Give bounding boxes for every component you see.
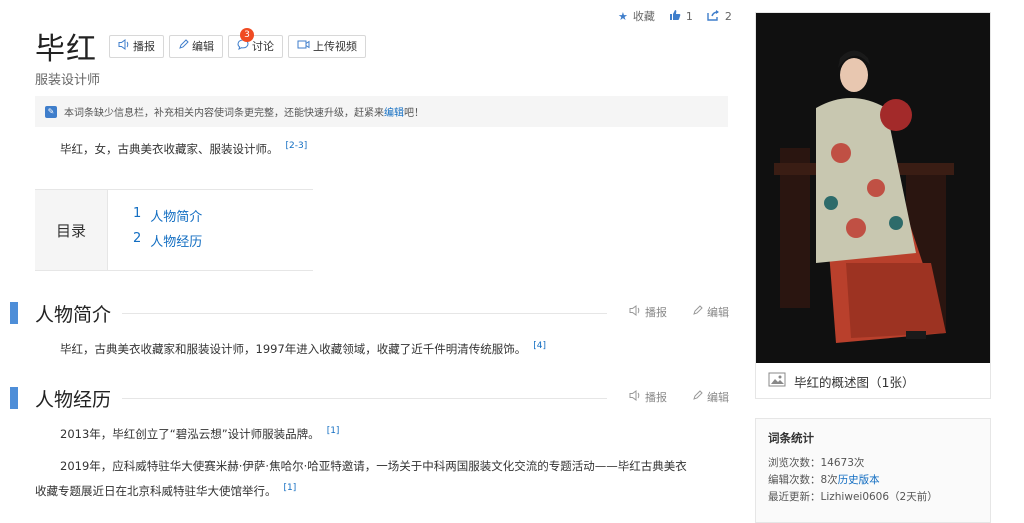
- edit-notice-icon: ✎: [45, 105, 57, 118]
- toc-item-intro[interactable]: 1 人物简介: [133, 206, 202, 231]
- updated-time: （2天前）: [889, 491, 938, 503]
- views-label: 浏览次数：: [768, 457, 821, 469]
- section-play-button[interactable]: 播报: [629, 304, 667, 320]
- title-row: 毕红 播报 编辑 讨论 3 上传视频: [35, 24, 366, 68]
- page-subtitle: 服装设计师: [35, 73, 101, 88]
- updated-user[interactable]: Lizhiwei0606: [821, 491, 890, 503]
- experience-paragraph-2: 2019年，应科威特驻华大使赛米赫·伊萨·焦哈尔·哈亚特邀请，一场关于中科两国服…: [35, 455, 735, 502]
- section-edit-label: 编辑: [707, 391, 729, 404]
- section-accent-bar: [10, 387, 18, 409]
- stats-views-row: 浏览次数：14673次: [768, 455, 978, 472]
- top-actions: ★ 收藏 1 2: [618, 8, 732, 24]
- toc-item-number: 2: [133, 231, 142, 246]
- section-play-label: 播报: [645, 306, 667, 319]
- tool-buttons: 播报 编辑 讨论 3 上传视频: [109, 27, 366, 58]
- collect-button[interactable]: ★ 收藏: [618, 8, 655, 24]
- intro-text: 毕红，古典美衣收藏家和服装设计师，1997年进入收藏领域，收藏了近千件明清传统服…: [60, 341, 527, 356]
- discuss-badge: 3: [240, 27, 254, 42]
- edits-label: 编辑次数：: [768, 474, 821, 486]
- share-count: 2: [724, 9, 732, 23]
- experience-paragraph-1: 2013年，毕红创立了“碧泓云想”设计师服装品牌。 [1]: [60, 420, 339, 445]
- section-divider: [122, 313, 607, 314]
- section-title: 人物简介: [35, 304, 112, 326]
- pencil-icon: [692, 390, 703, 404]
- like-button[interactable]: 1: [669, 9, 693, 24]
- play-button[interactable]: 播报: [109, 34, 164, 58]
- toc-item-experience[interactable]: 2 人物经历: [133, 231, 202, 256]
- experience-text-2-line1: 2019年，应科威特驻华大使赛米赫·伊萨·焦哈尔·哈亚特邀请，一场关于中科两国服…: [60, 459, 687, 473]
- edits-value: 8次: [820, 474, 838, 486]
- toc-item-number: 1: [133, 206, 142, 221]
- section-edit-button[interactable]: 编辑: [692, 304, 729, 320]
- album-caption[interactable]: 毕红的概述图（1张）: [756, 363, 990, 399]
- intro-reference[interactable]: [4]: [533, 341, 546, 351]
- pencil-icon: [178, 39, 189, 53]
- table-of-contents: 目录 1 人物简介 2 人物经历: [35, 189, 313, 271]
- play-label: 播报: [133, 40, 155, 53]
- page-title: 毕红: [35, 32, 97, 67]
- experience-text-1: 2013年，毕红创立了“碧泓云想”设计师服装品牌。: [60, 426, 320, 441]
- toc-list: 1 人物简介 2 人物经历: [108, 190, 202, 270]
- speaker-icon: [629, 305, 641, 319]
- summary-paragraph: 毕红，女，古典美衣收藏家、服装设计师。 [2-3]: [60, 135, 307, 160]
- experience-text-2-line2-wrap: 收藏专题展近日在北京科威特驻华大使馆举行。 [1]: [35, 477, 735, 502]
- notice-bar: ✎ 本词条缺少信息栏，补充相关内容使词条更完整，还能快速升级，赶紧来 编辑 吧！: [35, 96, 728, 127]
- views-value: 14673次: [820, 457, 865, 469]
- pencil-icon: [692, 305, 703, 319]
- section-title: 人物经历: [35, 389, 112, 411]
- section-play-label: 播报: [645, 391, 667, 404]
- notice-text-after: 吧！: [404, 108, 424, 119]
- star-icon: ★: [618, 9, 628, 23]
- section-experience-header: 人物经历 播报 编辑: [0, 385, 740, 411]
- updated-label: 最近更新：: [768, 491, 821, 503]
- thumbs-up-icon: [669, 9, 681, 24]
- experience-text-2-line2: 收藏专题展近日在北京科威特驻华大使馆举行。: [35, 483, 277, 498]
- history-versions-link[interactable]: 历史版本: [838, 474, 880, 486]
- discuss-label: 讨论: [252, 40, 274, 53]
- edit-label: 编辑: [192, 40, 214, 53]
- toc-item-label: 人物简介: [150, 210, 203, 225]
- speaker-icon: [629, 390, 641, 404]
- video-icon: [297, 39, 310, 53]
- stats-edits-row: 编辑次数：8次历史版本: [768, 472, 978, 489]
- overview-photo[interactable]: [756, 13, 990, 363]
- upload-video-button[interactable]: 上传视频: [288, 34, 366, 58]
- stats-updated-row: 最近更新：Lizhiwei0606（2天前）: [768, 489, 978, 506]
- section-edit-label: 编辑: [707, 306, 729, 319]
- image-gallery-icon: [768, 372, 786, 390]
- section-play-button[interactable]: 播报: [629, 389, 667, 405]
- notice-text-before: 本词条缺少信息栏，补充相关内容使词条更完整，还能快速升级，赶紧来: [64, 108, 384, 119]
- experience-reference-1[interactable]: [1]: [327, 426, 340, 436]
- section-edit-button[interactable]: 编辑: [692, 389, 729, 405]
- section-accent-bar: [10, 302, 18, 324]
- like-count: 1: [685, 9, 693, 23]
- toc-item-label: 人物经历: [150, 235, 203, 250]
- entry-stats: 词条统计 浏览次数：14673次 编辑次数：8次历史版本 最近更新：Lizhiw…: [755, 418, 991, 523]
- experience-reference-2[interactable]: [1]: [284, 483, 297, 493]
- collect-label: 收藏: [632, 10, 655, 23]
- toc-heading: 目录: [35, 190, 108, 270]
- discuss-button[interactable]: 讨论 3: [228, 27, 283, 58]
- section-intro-header: 人物简介 播报 编辑: [0, 300, 740, 326]
- album-card[interactable]: 毕红的概述图（1张）: [755, 12, 991, 399]
- stats-heading: 词条统计: [768, 431, 814, 445]
- summary-reference[interactable]: [2-3]: [286, 141, 308, 151]
- notice-edit-link[interactable]: 编辑: [384, 104, 404, 119]
- share-icon: [707, 9, 720, 24]
- intro-paragraph: 毕红，古典美衣收藏家和服装设计师，1997年进入收藏领域，收藏了近千件明清传统服…: [60, 335, 546, 360]
- album-caption-text: 毕红的概述图（1张）: [794, 374, 915, 390]
- share-button[interactable]: 2: [707, 9, 732, 24]
- upload-video-label: 上传视频: [313, 40, 357, 53]
- speaker-icon: [118, 39, 130, 53]
- summary-text: 毕红，女，古典美衣收藏家、服装设计师。: [60, 141, 279, 156]
- edit-button[interactable]: 编辑: [169, 34, 223, 58]
- section-divider: [122, 398, 607, 399]
